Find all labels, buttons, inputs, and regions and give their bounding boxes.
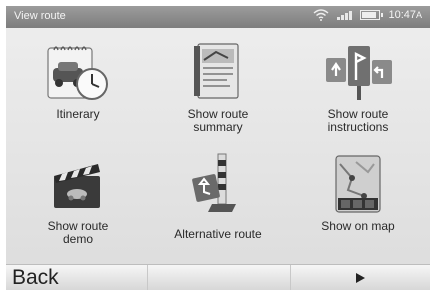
clock: 10:47A: [388, 9, 422, 21]
itinerary-icon: [47, 46, 108, 100]
back-button[interactable]: Back: [6, 265, 148, 290]
show-route-summary-button[interactable]: Show route summary: [148, 34, 288, 152]
show-route-instructions-button[interactable]: Show route instructions: [288, 34, 428, 152]
show-route-demo-button[interactable]: Show route demo: [8, 146, 148, 264]
alternative-route-button[interactable]: Alternative route: [148, 146, 288, 264]
route-summary-icon: [194, 43, 239, 99]
alternative-route-label: Alternative route: [174, 227, 262, 241]
empty-softkey: [148, 265, 291, 290]
signal-strength-icon: [337, 10, 353, 20]
status-bar: View route 10:47A: [6, 6, 430, 28]
menu-grid: Itinerary Show route summary Show route …: [6, 28, 430, 264]
next-button[interactable]: [290, 265, 430, 290]
wifi-icon: [313, 9, 329, 21]
route-demo-icon: [54, 164, 100, 208]
map-icon: [335, 155, 381, 213]
show-route-instructions-label: Show route instructions: [327, 107, 389, 134]
play-arrow-icon: [356, 273, 365, 283]
status-indicators: 10:47A: [313, 9, 422, 21]
alternative-route-icon: [192, 153, 236, 212]
show-route-summary-label: Show route summary: [187, 107, 249, 134]
screen-title: View route: [14, 10, 66, 22]
show-on-map-label: Show on map: [321, 219, 395, 233]
screen: View route 10:47A Itinerary Show route s…: [6, 6, 430, 290]
show-on-map-button[interactable]: Show on map: [288, 146, 428, 264]
bottom-bar: Back: [6, 264, 430, 290]
route-instructions-icon: [326, 46, 392, 100]
itinerary-label: Itinerary: [56, 107, 100, 121]
battery-icon: [360, 10, 384, 20]
itinerary-button[interactable]: Itinerary: [8, 34, 148, 152]
show-route-demo-label: Show route demo: [47, 219, 109, 246]
